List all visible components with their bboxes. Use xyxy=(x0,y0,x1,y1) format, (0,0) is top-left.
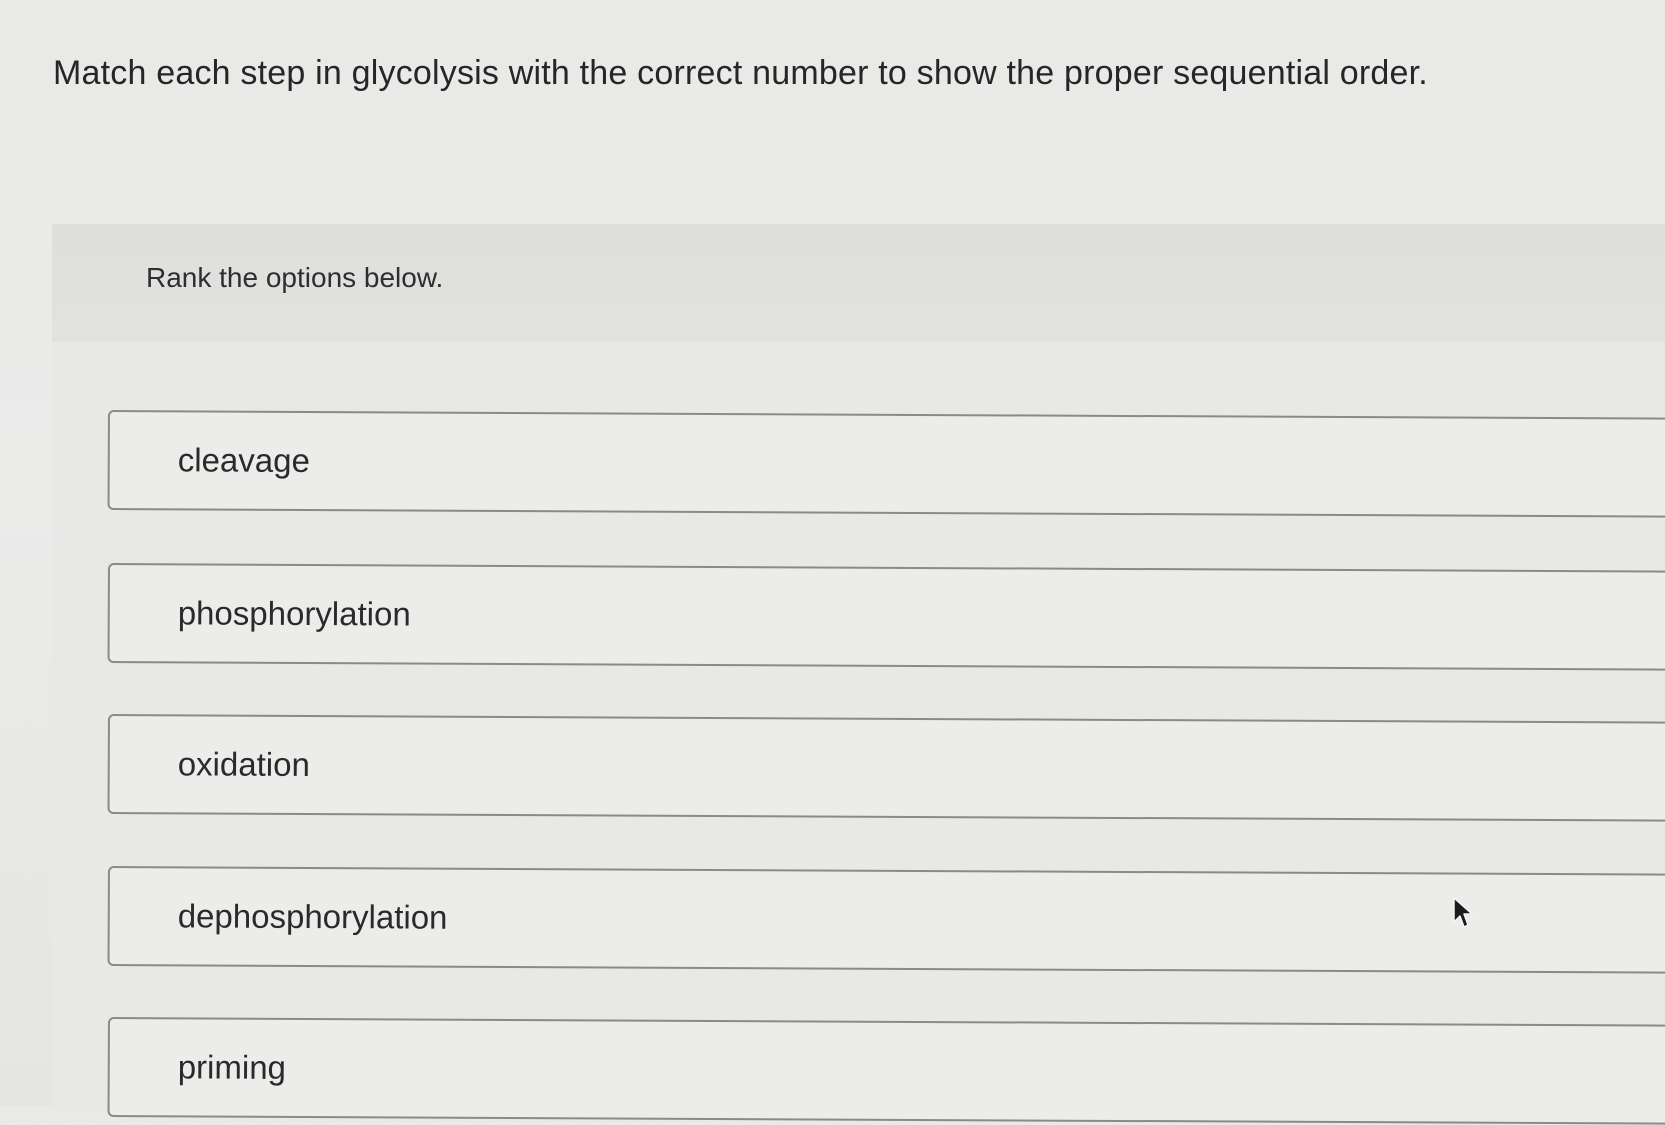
rank-option-dephosphorylation[interactable]: dephosphorylation xyxy=(107,866,1665,974)
rank-option-oxidation[interactable]: oxidation xyxy=(107,714,1665,822)
option-label: priming xyxy=(177,1048,287,1086)
option-label: oxidation xyxy=(177,745,310,783)
question-text: Match each step in glycolysis with the c… xyxy=(53,54,1428,92)
option-label: cleavage xyxy=(177,441,310,479)
option-label: phosphorylation xyxy=(177,594,411,633)
rank-header: Rank the options below. xyxy=(52,224,1665,342)
rank-option-priming[interactable]: priming xyxy=(107,1017,1665,1125)
rank-option-cleavage[interactable]: cleavage xyxy=(107,410,1665,518)
rank-instruction: Rank the options below. xyxy=(146,262,444,293)
mouse-pointer-icon xyxy=(1453,897,1473,928)
option-label: dephosphorylation xyxy=(177,897,448,936)
rank-option-phosphorylation[interactable]: phosphorylation xyxy=(107,563,1665,671)
